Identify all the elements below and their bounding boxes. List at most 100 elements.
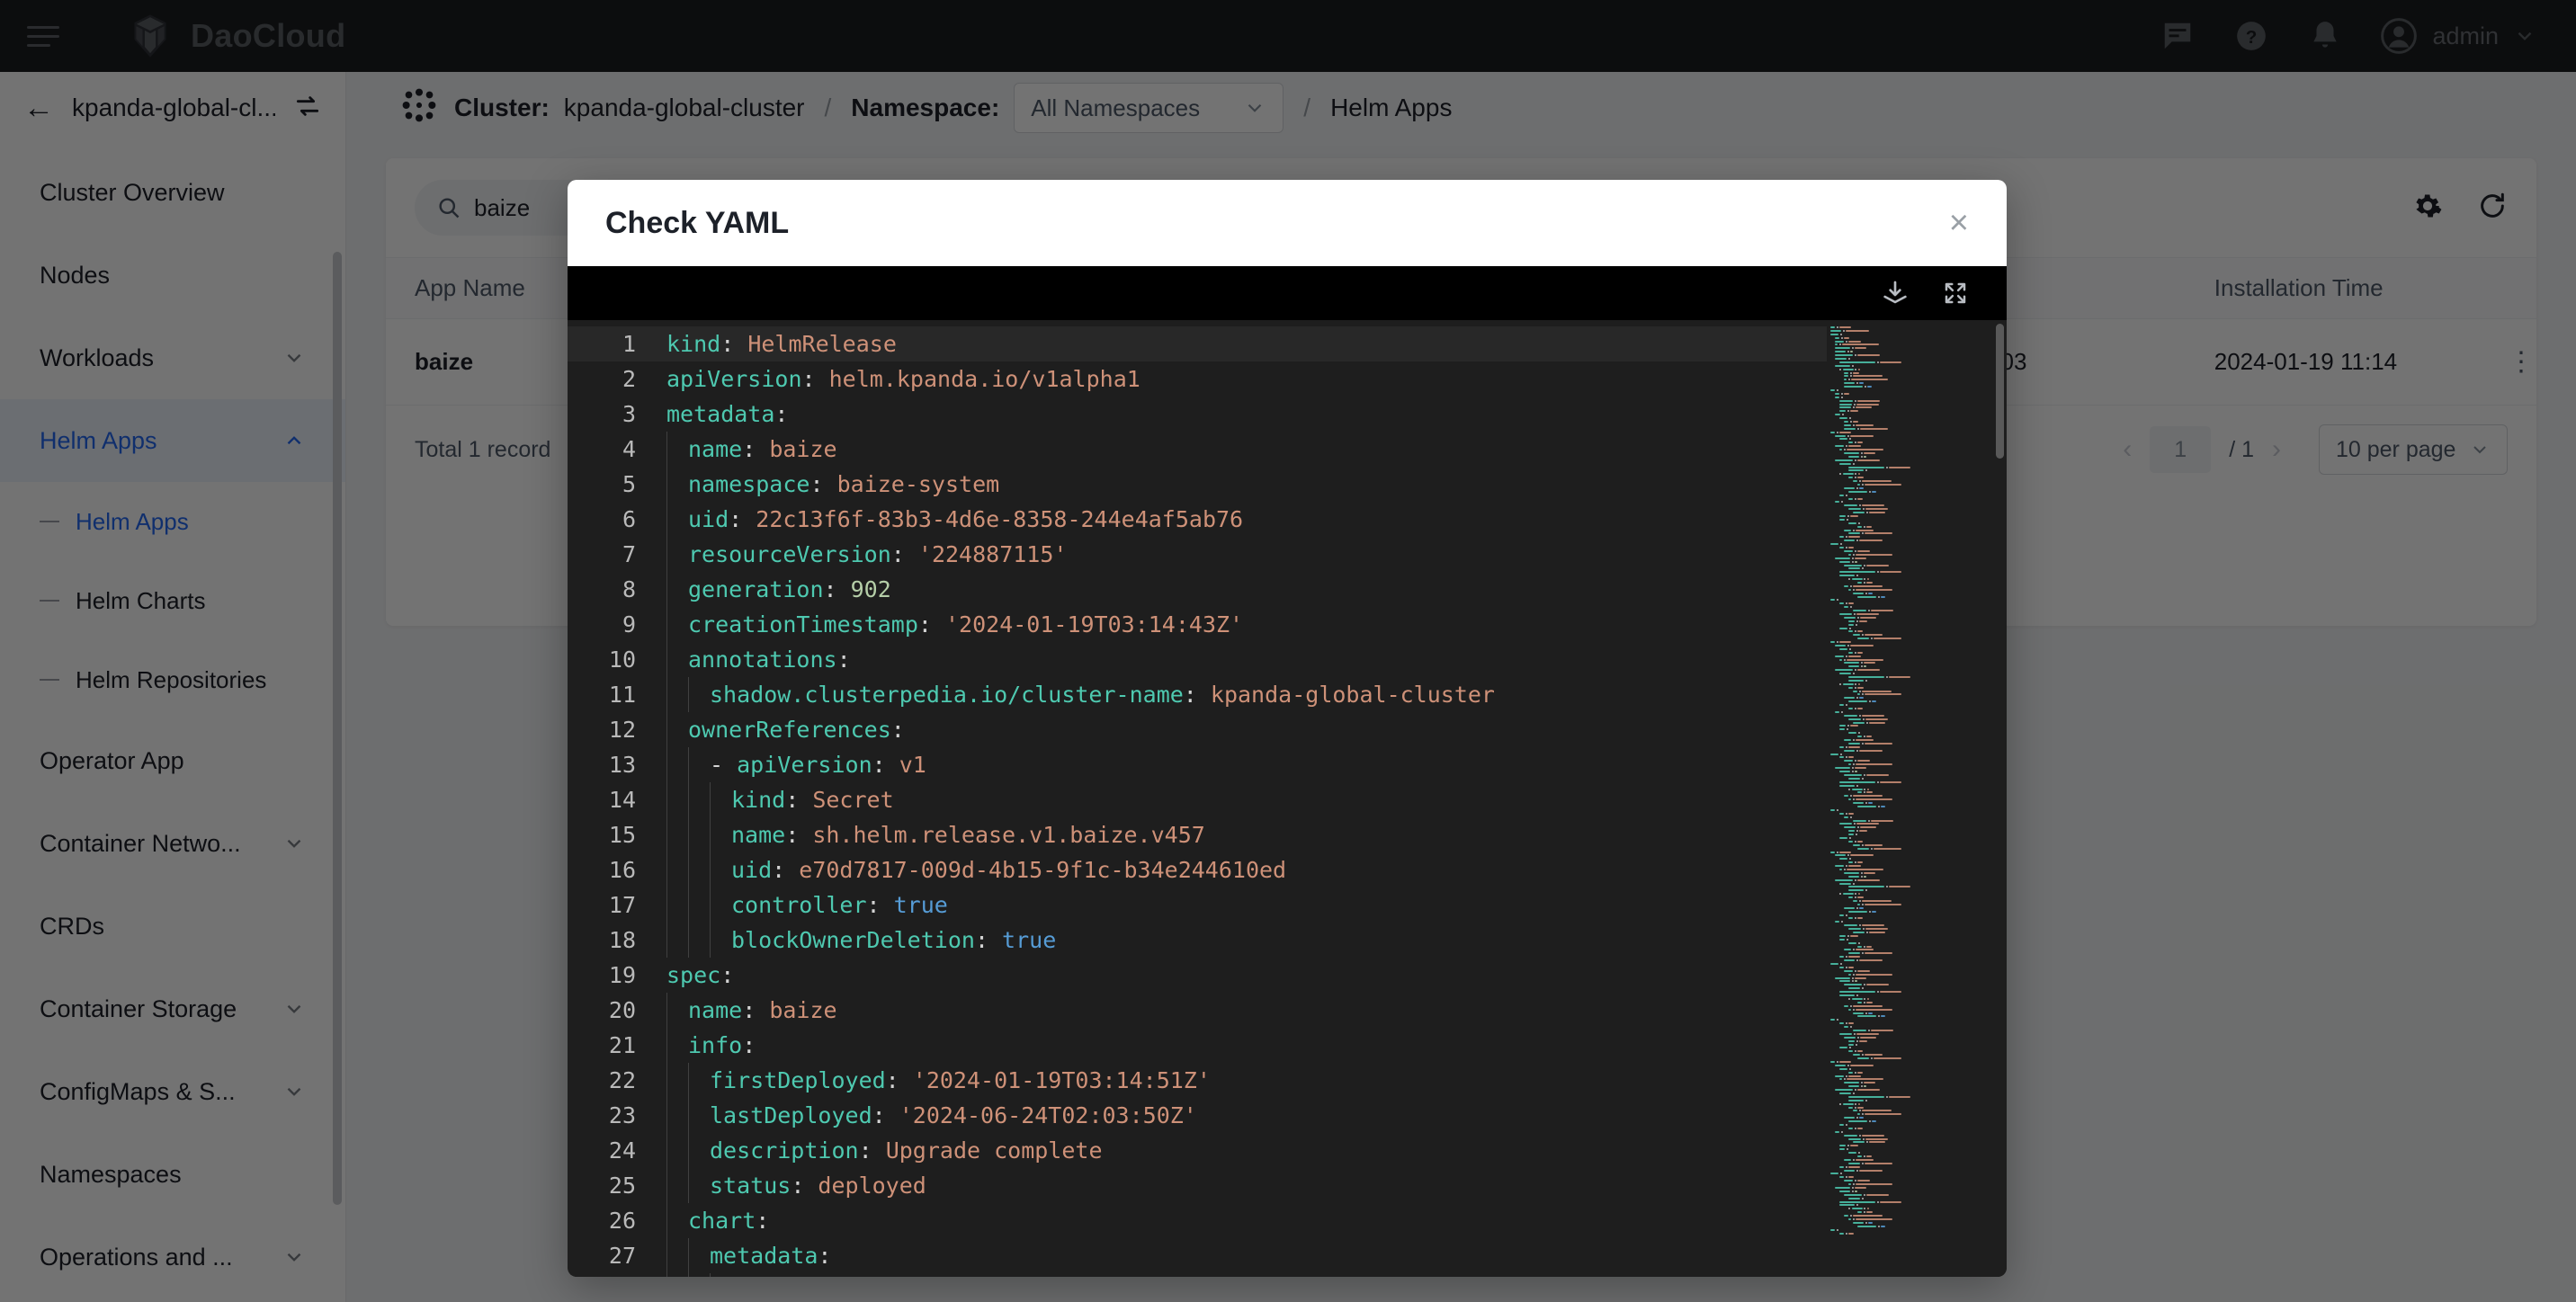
editor-toolbar xyxy=(568,266,2007,320)
code-line[interactable]: 26 chart: xyxy=(568,1203,2007,1238)
code-text: chart: xyxy=(688,1203,2007,1238)
line-number: 11 xyxy=(568,677,666,712)
fullscreen-icon[interactable] xyxy=(1942,280,1969,307)
indent-guides xyxy=(666,852,731,887)
line-number: 21 xyxy=(568,1028,666,1063)
code-line[interactable]: 16uid: e70d7817-009d-4b15-9f1c-b34e24461… xyxy=(568,852,2007,887)
indent-guides xyxy=(666,712,688,747)
code-text: spec: xyxy=(666,958,2007,993)
indent-guides xyxy=(666,432,688,467)
code-line[interactable]: 10 annotations: xyxy=(568,642,2007,677)
line-number: 3 xyxy=(568,397,666,432)
indent-guides xyxy=(666,607,688,642)
check-yaml-modal: Check YAML × 1kind: Hel xyxy=(568,180,2007,1277)
indent-guides xyxy=(666,887,731,923)
code-line[interactable]: 28 name: baize xyxy=(568,1273,2007,1277)
indent-guides xyxy=(666,1273,731,1277)
yaml-code-area[interactable]: 1kind: HelmRelease2apiVersion: helm.kpan… xyxy=(568,320,2007,1277)
code-line[interactable]: 4 name: baize xyxy=(568,432,2007,467)
indent-guides xyxy=(666,993,688,1028)
code-line[interactable]: 13- apiVersion: v1 xyxy=(568,747,2007,782)
line-number: 14 xyxy=(568,782,666,817)
code-line[interactable]: 17controller: true xyxy=(568,887,2007,923)
close-icon[interactable]: × xyxy=(1949,206,1969,240)
code-line[interactable]: 15name: sh.helm.release.v1.baize.v457 xyxy=(568,817,2007,852)
code-text: shadow.clusterpedia.io/cluster-name: kpa… xyxy=(710,677,2007,712)
code-line[interactable]: 8generation: 902 xyxy=(568,572,2007,607)
code-text: resourceVersion: '224887115' xyxy=(688,537,2007,572)
code-text: lastDeployed: '2024-06-24T02:03:50Z' xyxy=(710,1098,2007,1133)
code-text: apiVersion: helm.kpanda.io/v1alpha1 xyxy=(666,361,2007,397)
line-number: 19 xyxy=(568,958,666,993)
code-line[interactable]: 3metadata: xyxy=(568,397,2007,432)
line-number: 7 xyxy=(568,537,666,572)
indent-guides xyxy=(666,677,710,712)
code-text: controller: true xyxy=(731,887,2007,923)
line-number: 12 xyxy=(568,712,666,747)
line-number: 23 xyxy=(568,1098,666,1133)
indent-guides xyxy=(666,572,688,607)
modal-header: Check YAML × xyxy=(568,180,2007,266)
code-text: name: baize xyxy=(731,1273,2007,1277)
indent-guides xyxy=(666,1098,710,1133)
modal-title: Check YAML xyxy=(605,206,789,241)
code-text: creationTimestamp: '2024-01-19T03:14:43Z… xyxy=(688,607,2007,642)
indent-guides xyxy=(666,467,688,502)
code-line[interactable]: 20name: baize xyxy=(568,993,2007,1028)
code-line[interactable]: 11 shadow.clusterpedia.io/cluster-name: k… xyxy=(568,677,2007,712)
code-line[interactable]: 23 lastDeployed: '2024-06-24T02:03:50Z' xyxy=(568,1098,2007,1133)
line-number: 6 xyxy=(568,502,666,537)
code-text: blockOwnerDeletion: true xyxy=(731,923,2007,958)
line-number: 25 xyxy=(568,1168,666,1203)
code-text: kind: Secret xyxy=(731,782,2007,817)
editor-minimap[interactable] xyxy=(1827,320,2007,1277)
code-text: name: baize xyxy=(688,993,2007,1028)
code-text: name: sh.helm.release.v1.baize.v457 xyxy=(731,817,2007,852)
code-text: ownerReferences: xyxy=(688,712,2007,747)
code-line[interactable]: 22firstDeployed: '2024-01-19T03:14:51Z' xyxy=(568,1063,2007,1098)
indent-guides xyxy=(666,537,688,572)
indent-guides xyxy=(666,1203,688,1238)
code-text: info: xyxy=(688,1028,2007,1063)
code-text: annotations: xyxy=(688,642,2007,677)
line-number: 27 xyxy=(568,1238,666,1273)
line-number: 18 xyxy=(568,923,666,958)
indent-guides xyxy=(666,1168,710,1203)
line-number: 16 xyxy=(568,852,666,887)
line-number: 4 xyxy=(568,432,666,467)
code-line[interactable]: 27 metadata: xyxy=(568,1238,2007,1273)
code-line[interactable]: 18 blockOwnerDeletion: true xyxy=(568,923,2007,958)
indent-guides xyxy=(666,642,688,677)
line-number: 26 xyxy=(568,1203,666,1238)
code-line[interactable]: 24description: Upgrade complete xyxy=(568,1133,2007,1168)
line-number: 10 xyxy=(568,642,666,677)
download-icon[interactable] xyxy=(1881,279,1910,308)
code-line[interactable]: 7 resourceVersion: '224887115' xyxy=(568,537,2007,572)
code-line[interactable]: 14 kind: Secret xyxy=(568,782,2007,817)
code-line[interactable]: 12 ownerReferences: xyxy=(568,712,2007,747)
code-line[interactable]: 5namespace: baize-system xyxy=(568,467,2007,502)
editor-scrollbar[interactable] xyxy=(1996,324,2004,459)
line-number: 28 xyxy=(568,1273,666,1277)
yaml-lines: 1kind: HelmRelease2apiVersion: helm.kpan… xyxy=(568,320,2007,1277)
code-text: name: baize xyxy=(688,432,2007,467)
code-line[interactable]: 19spec: xyxy=(568,958,2007,993)
code-line[interactable]: 25status: deployed xyxy=(568,1168,2007,1203)
line-number: 22 xyxy=(568,1063,666,1098)
code-text: metadata: xyxy=(666,397,2007,432)
indent-guides xyxy=(666,747,710,782)
code-text: namespace: baize-system xyxy=(688,467,2007,502)
code-line[interactable]: 1kind: HelmRelease xyxy=(568,326,2007,361)
code-text: metadata: xyxy=(710,1238,2007,1273)
line-number: 1 xyxy=(568,326,666,361)
line-number: 2 xyxy=(568,361,666,397)
code-text: - apiVersion: v1 xyxy=(710,747,2007,782)
indent-guides xyxy=(666,782,731,817)
code-line[interactable]: 21 info: xyxy=(568,1028,2007,1063)
code-line[interactable]: 2apiVersion: helm.kpanda.io/v1alpha1 xyxy=(568,361,2007,397)
code-text: description: Upgrade complete xyxy=(710,1133,2007,1168)
code-line[interactable]: 6uid: 22c13f6f-83b3-4d6e-8358-244e4af5ab… xyxy=(568,502,2007,537)
indent-guides xyxy=(666,1028,688,1063)
code-line[interactable]: 9creationTimestamp: '2024-01-19T03:14:43… xyxy=(568,607,2007,642)
line-number: 8 xyxy=(568,572,666,607)
